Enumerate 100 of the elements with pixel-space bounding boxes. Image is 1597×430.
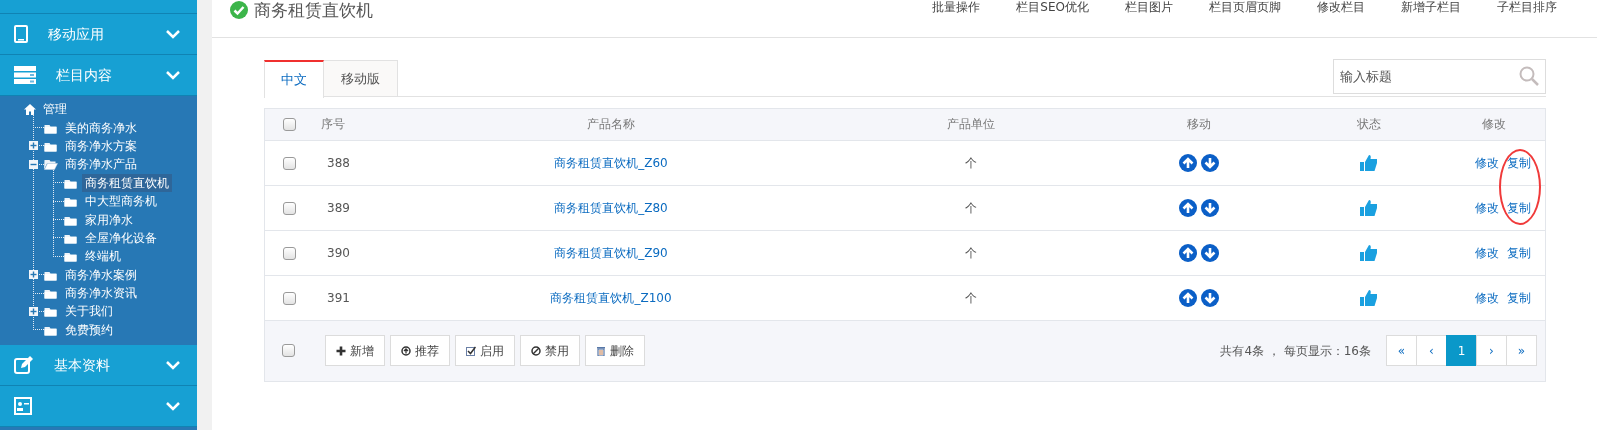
product-link[interactable]: 商务租赁直饮机_Z60 [554, 155, 668, 170]
tree-item[interactable]: 家用净水 [82, 210, 136, 229]
thumbs-up-icon[interactable] [1360, 288, 1378, 307]
product-link[interactable]: 商务租赁直饮机_Z100 [550, 290, 672, 305]
column-header: 状态 [1357, 117, 1381, 132]
search-icon [1519, 66, 1539, 86]
checkbox[interactable] [282, 291, 296, 305]
header-link[interactable]: 新增子栏目 [1401, 0, 1461, 14]
edit-icon [14, 356, 34, 375]
column-header: 产品单位 [947, 117, 995, 132]
pagination-summary: 共有4条 ， 每页显示：16条 [1220, 342, 1371, 360]
checkbox[interactable] [282, 344, 295, 357]
arrow-down-icon[interactable] [1201, 198, 1219, 217]
thumbs-up-icon[interactable] [1360, 198, 1378, 217]
chevron-down-icon [165, 27, 181, 41]
toolbar-button[interactable]: 新增 [325, 335, 385, 366]
page-button[interactable]: › [1476, 335, 1507, 366]
page-button[interactable]: 1 [1446, 335, 1477, 366]
checkbox[interactable] [282, 118, 296, 132]
folder-icon [44, 158, 58, 171]
copy-link[interactable]: 复制 [1507, 290, 1531, 305]
toolbar-button[interactable]: 推荐 [390, 335, 450, 366]
checkbox[interactable] [282, 201, 296, 215]
tree-item[interactable]: 免费预约 [62, 320, 116, 339]
copy-link[interactable]: 复制 [1507, 155, 1531, 170]
copy-link[interactable]: 复制 [1507, 245, 1531, 260]
tree-item[interactable]: 商务净水产品 [62, 155, 140, 174]
folder-icon [44, 287, 58, 300]
page-button[interactable]: « [1386, 335, 1417, 366]
ban-icon [531, 345, 541, 356]
tree-item[interactable]: 商务净水资讯 [62, 284, 140, 303]
sidebar-menu-item[interactable]: 移动应用 [0, 14, 197, 55]
expand-icon[interactable] [29, 141, 38, 151]
header-link[interactable]: 批量操作 [932, 0, 981, 14]
page-button[interactable]: » [1506, 335, 1537, 366]
sidebar-menu-item[interactable]: 基本资料 [0, 345, 197, 387]
column-header: 移动 [1187, 117, 1211, 132]
checkbox[interactable] [282, 246, 296, 260]
circle-arrow-icon [401, 345, 411, 356]
tree-item[interactable]: 管理 [40, 100, 70, 119]
chevron-down-icon [165, 68, 181, 82]
header-link[interactable]: 修改栏目 [1317, 0, 1365, 14]
copy-link[interactable]: 复制 [1507, 200, 1531, 215]
folder-icon [64, 250, 78, 263]
edit-link[interactable]: 修改 [1475, 245, 1499, 260]
plus-icon [336, 345, 346, 356]
edit-link[interactable]: 修改 [1475, 290, 1499, 305]
tree-item[interactable]: 美的商务净水 [62, 118, 140, 137]
arrow-up-icon[interactable] [1179, 288, 1197, 307]
thumbs-up-icon[interactable] [1360, 153, 1378, 172]
table-cell: 391 [327, 290, 350, 305]
product-link[interactable]: 商务租赁直饮机_Z90 [554, 245, 668, 260]
page-button[interactable]: ‹ [1416, 335, 1447, 366]
table-cell: 389 [327, 200, 350, 215]
page-title: 商务租赁直饮机 [254, 0, 373, 20]
tree-item[interactable]: 商务净水案例 [62, 265, 140, 284]
table-cell: 个 [965, 245, 977, 260]
edit-link[interactable]: 修改 [1475, 200, 1499, 215]
server-icon [14, 66, 36, 84]
table-cell: 个 [965, 155, 977, 170]
arrow-up-icon[interactable] [1179, 243, 1197, 262]
home-icon [24, 103, 36, 115]
arrow-down-icon[interactable] [1201, 243, 1219, 262]
toolbar-button[interactable]: 删除 [585, 335, 645, 366]
checkbox-icon [466, 345, 476, 356]
arrow-down-icon[interactable] [1201, 288, 1219, 307]
edit-link[interactable]: 修改 [1475, 155, 1499, 170]
header-link[interactable]: 栏目图片 [1125, 0, 1173, 14]
trash-icon [596, 345, 606, 356]
header-link[interactable]: 栏目SEO优化 [1016, 0, 1089, 14]
sidebar-menu-item[interactable] [0, 386, 197, 428]
tablet-icon [14, 25, 28, 43]
tab[interactable]: 中文 [264, 60, 324, 98]
header-link[interactable]: 栏目页眉页脚 [1209, 0, 1281, 14]
expand-icon[interactable] [29, 307, 38, 316]
toolbar-button[interactable]: 启用 [455, 335, 515, 366]
tree-item[interactable]: 终端机 [82, 247, 124, 266]
tree-item[interactable]: 中大型商务机 [82, 192, 160, 211]
column-header: 序号 [321, 117, 345, 132]
tree-item[interactable]: 商务净水方案 [62, 136, 140, 155]
checkbox[interactable] [282, 156, 296, 170]
thumbs-up-icon[interactable] [1360, 243, 1378, 262]
table-cell: 388 [327, 155, 350, 170]
folder-icon [44, 305, 58, 318]
header-link[interactable]: 子栏目排序 [1497, 0, 1557, 14]
tree-item[interactable]: 关于我们 [62, 302, 116, 321]
arrow-down-icon[interactable] [1201, 153, 1219, 172]
check-circle-icon [230, 1, 248, 19]
tree-item[interactable]: 商务租赁直饮机 [82, 173, 172, 192]
arrow-up-icon[interactable] [1179, 153, 1197, 172]
expand-icon[interactable] [29, 270, 38, 280]
folder-icon [64, 195, 78, 208]
tree-item[interactable]: 全屋净化设备 [82, 228, 160, 247]
search-field[interactable]: 输入标题 [1333, 59, 1546, 94]
column-header: 修改 [1482, 117, 1506, 132]
sidebar-menu-item[interactable]: 栏目内容 [0, 55, 197, 96]
toolbar-button[interactable]: 禁用 [520, 335, 580, 366]
arrow-up-icon[interactable] [1179, 198, 1197, 217]
product-link[interactable]: 商务租赁直饮机_Z80 [554, 200, 668, 215]
tab[interactable]: 移动版 [324, 60, 398, 96]
